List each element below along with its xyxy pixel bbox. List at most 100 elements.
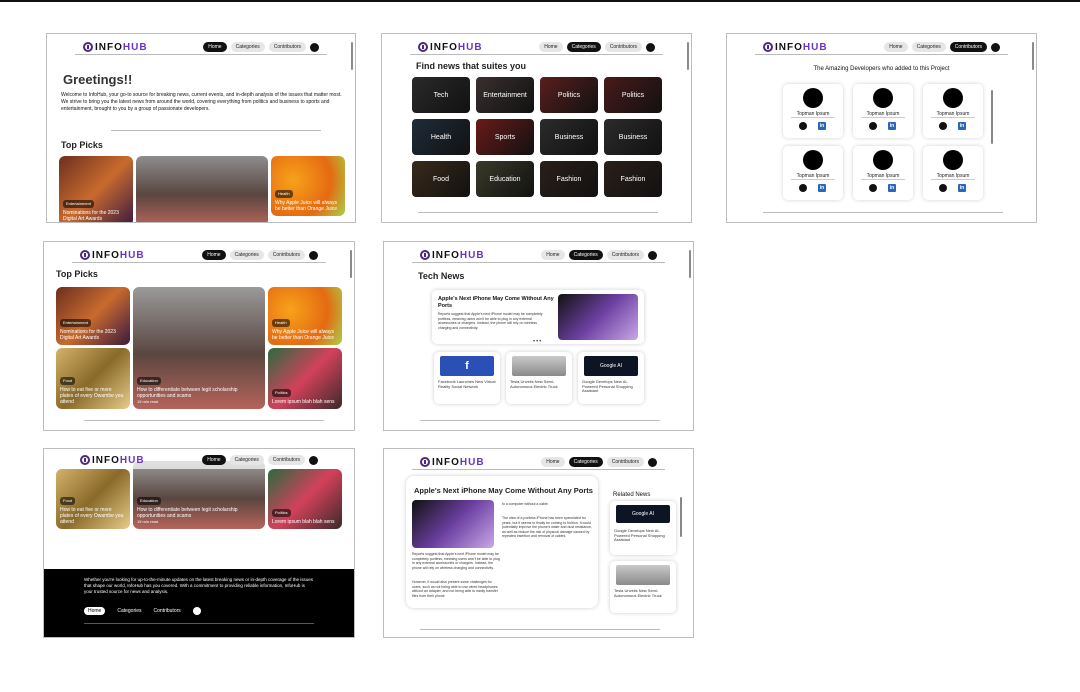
google-ai-thumb: Google AI: [584, 356, 638, 376]
linkedin-icon[interactable]: in: [818, 122, 826, 130]
nav-contributors[interactable]: Contributors: [268, 42, 306, 52]
contributor-card[interactable]: Topman Ipsum in: [923, 146, 983, 200]
pick-card-food[interactable]: Food How to eat five or more plates of ev…: [56, 348, 130, 409]
pick-card-education[interactable]: Education How to differentiate between le…: [133, 461, 265, 529]
pick-card-entertainment[interactable]: Entertainment Nominations for the 2023 Di…: [59, 156, 133, 222]
article-card: Apple's Next iPhone May Come Without Any…: [406, 476, 598, 608]
github-icon[interactable]: [309, 250, 318, 260]
logo[interactable]: INFO HUB: [420, 457, 485, 468]
contributor-card[interactable]: Topman Ipsum in: [923, 84, 983, 138]
category-tile-health[interactable]: Health: [412, 119, 470, 155]
category-tile-sports[interactable]: Sports: [476, 119, 534, 155]
category-tile-fashion[interactable]: Fashion: [604, 161, 662, 197]
nav-contributors[interactable]: Contributors: [604, 42, 642, 52]
nav-categories[interactable]: Categories: [568, 457, 603, 467]
logo[interactable]: INFO HUB: [80, 455, 145, 466]
scrollbar[interactable]: [351, 42, 353, 70]
github-icon[interactable]: [939, 184, 947, 192]
linkedin-icon[interactable]: in: [958, 184, 966, 192]
nav-home[interactable]: Home: [539, 42, 563, 52]
nav-contributors[interactable]: Contributors: [606, 250, 644, 260]
related-card-google-ai[interactable]: Google AI Google Develops New AI-Powered…: [610, 501, 676, 555]
github-icon[interactable]: [309, 455, 318, 465]
nav-contributors[interactable]: Contributors: [267, 455, 305, 465]
logo[interactable]: INFO HUB: [418, 42, 483, 53]
contributor-card[interactable]: Topman Ipsum in: [783, 84, 843, 138]
github-icon[interactable]: [991, 42, 1000, 52]
category-tile-business[interactable]: Business: [604, 119, 662, 155]
category-tile-fashion[interactable]: Fashion: [540, 161, 598, 197]
github-icon[interactable]: [648, 250, 657, 260]
intro-text: Welcome to InfoHub, your go-to source fo…: [61, 92, 342, 112]
linkedin-icon[interactable]: in: [888, 122, 896, 130]
nav-categories[interactable]: Categories: [566, 42, 601, 52]
nav-home[interactable]: Home: [884, 42, 908, 52]
pick-card-education[interactable]: Education How to differentiate between le…: [133, 287, 265, 409]
logo-icon: [763, 42, 773, 52]
github-icon[interactable]: [869, 184, 877, 192]
list-scrollbar[interactable]: [991, 90, 993, 144]
tech-card-google-ai[interactable]: Google AI Google Develops New AI-Powered…: [578, 352, 644, 404]
contributor-card[interactable]: Topman Ipsum in: [853, 146, 913, 200]
contributor-card[interactable]: Topman Ipsum in: [853, 84, 913, 138]
github-icon[interactable]: [939, 122, 947, 130]
pick-card-health[interactable]: Health Why Apple Juice will always be bet…: [271, 156, 345, 216]
category-tile-politics[interactable]: Politics: [540, 77, 598, 113]
linkedin-icon[interactable]: in: [958, 122, 966, 130]
tech-card-facebook[interactable]: f Facebook Launches New Virtual Reality …: [434, 352, 500, 404]
related-card-tesla[interactable]: Tesla Unveils New Semi-Autonomous Electr…: [610, 561, 676, 613]
logo[interactable]: INFO HUB: [763, 42, 828, 53]
pick-card-health[interactable]: Health Why Apple Juice will always be bet…: [268, 287, 342, 345]
tech-news-heading: Tech News: [418, 271, 465, 281]
nav-contributors[interactable]: Contributors: [606, 457, 644, 467]
linkedin-icon[interactable]: in: [888, 184, 896, 192]
pick-card-entertainment[interactable]: Entertainment Nominations for the 2023 Di…: [56, 287, 130, 345]
category-tile-food[interactable]: Food: [412, 161, 470, 197]
nav-home[interactable]: Home: [202, 250, 226, 260]
github-icon[interactable]: [646, 42, 655, 52]
github-icon[interactable]: [799, 122, 807, 130]
pick-card-politics[interactable]: Politics Lorem ipsum blah blah sens: [268, 348, 342, 409]
category-tile-politics[interactable]: Politics: [604, 77, 662, 113]
linkedin-icon[interactable]: in: [818, 184, 826, 192]
nav-home[interactable]: Home: [541, 250, 565, 260]
nav-categories[interactable]: Categories: [568, 250, 603, 260]
contributors-heading: The Amazing Developers who added to this…: [813, 66, 950, 72]
scrollbar[interactable]: [687, 42, 689, 70]
nav-home[interactable]: Home: [202, 455, 226, 465]
category-tile-tech[interactable]: Tech: [412, 77, 470, 113]
contributor-card[interactable]: Topman Ipsum in: [783, 146, 843, 200]
nav-home[interactable]: Home: [541, 457, 565, 467]
category-tile-education[interactable]: Education: [476, 161, 534, 197]
github-icon[interactable]: [648, 457, 657, 467]
pick-card-politics[interactable]: Politics Lorem ipsum blah blah sens: [268, 469, 342, 529]
footer-link-categories[interactable]: Categories: [117, 608, 141, 614]
github-icon[interactable]: [310, 42, 319, 52]
logo[interactable]: INFO HUB: [420, 250, 485, 261]
github-icon[interactable]: [869, 122, 877, 130]
nav-categories[interactable]: Categories: [911, 42, 946, 52]
tech-card-tesla[interactable]: Tesla Unveils New Semi-Autonomous Electr…: [506, 352, 572, 404]
featured-article-card[interactable]: Apple's Next iPhone May Come Without Any…: [432, 290, 644, 344]
divider: [861, 179, 905, 180]
related-scrollbar[interactable]: [680, 497, 682, 537]
nav-contributors[interactable]: Contributors: [949, 42, 987, 52]
nav-contributors[interactable]: Contributors: [267, 250, 305, 260]
nav-home[interactable]: Home: [203, 42, 227, 52]
carousel-dots[interactable]: •••: [533, 339, 542, 345]
scrollbar[interactable]: [350, 250, 352, 278]
scrollbar[interactable]: [689, 250, 691, 278]
nav-categories[interactable]: Categories: [230, 42, 265, 52]
github-icon[interactable]: [799, 184, 807, 192]
pick-card-food[interactable]: Food How to eat five or more plates of ev…: [56, 469, 130, 529]
footer-link-home[interactable]: Home: [84, 607, 106, 615]
nav-categories[interactable]: Categories: [229, 455, 264, 465]
category-tile-business[interactable]: Business: [540, 119, 598, 155]
category-tile-entertainment[interactable]: Entertainment: [476, 77, 534, 113]
pick-card-featured[interactable]: [136, 156, 268, 222]
logo[interactable]: INFO HUB: [83, 42, 148, 53]
logo[interactable]: INFO HUB: [80, 250, 145, 261]
nav-categories[interactable]: Categories: [229, 250, 264, 260]
footer-link-contributors[interactable]: Contributors: [154, 608, 181, 614]
github-icon[interactable]: [192, 607, 201, 615]
